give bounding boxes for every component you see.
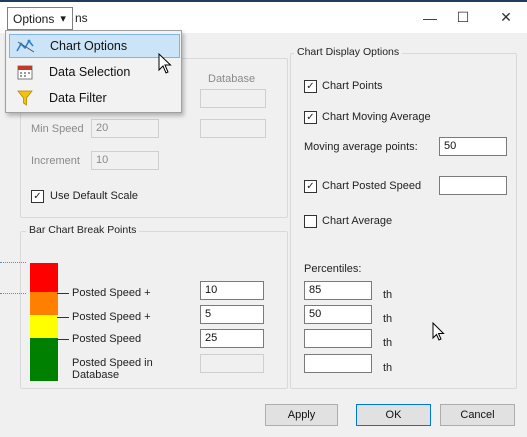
database-field-1 — [200, 89, 266, 108]
menu-item-label: Data Selection — [49, 65, 131, 79]
percentile-suffix: th — [383, 289, 393, 301]
percentile-input-3[interactable] — [304, 329, 372, 348]
moving-average-points-input[interactable]: 50 — [439, 137, 507, 156]
menu-item-label: Data Filter — [49, 91, 107, 105]
break-label-3: Posted Speed — [72, 333, 142, 345]
percentile-input-1[interactable]: 85 — [304, 281, 372, 300]
percentile-suffix: th — [383, 313, 393, 325]
percentile-input-4[interactable] — [304, 354, 372, 373]
leader-line — [57, 293, 69, 294]
dropdown-arrow-icon: ▾ — [60, 13, 66, 25]
close-button[interactable]: ✕ — [486, 2, 526, 33]
cancel-button[interactable]: Cancel — [440, 404, 515, 426]
database-field-2 — [200, 119, 266, 138]
break-points-title: Bar Chart Break Points — [26, 224, 140, 236]
break-label-4: Posted Speed in Database — [72, 357, 153, 381]
menu-item-label: Chart Options — [50, 39, 128, 53]
options-menu-label: Options — [13, 11, 55, 26]
swatch-yellow — [30, 315, 58, 338]
display-options-title: Chart Display Options — [294, 46, 403, 58]
percentile-suffix: th — [383, 337, 393, 349]
mouse-pointer-icon — [432, 322, 445, 341]
maximize-button[interactable]: ☐ — [443, 2, 483, 33]
chart-points-checkbox[interactable]: ✓ — [304, 80, 317, 93]
increment-field: 10 — [91, 151, 159, 170]
percentile-input-2[interactable]: 50 — [304, 305, 372, 324]
moving-average-points-label: Moving average points: — [304, 141, 418, 153]
swatch-red — [30, 263, 58, 292]
swatch-green — [30, 338, 58, 381]
window-title: ns — [75, 11, 88, 25]
break-label-1: Posted Speed + — [72, 287, 151, 299]
apply-button[interactable]: Apply — [265, 404, 338, 426]
options-dropdown-menu: Chart Options Data Selection Data Filter — [5, 30, 182, 113]
break-label-2: Posted Speed + — [72, 311, 151, 323]
chart-moving-average-label: Chart Moving Average — [322, 111, 431, 123]
break-value-2[interactable]: 5 — [200, 305, 264, 324]
min-speed-label: Min Speed — [31, 123, 84, 135]
chart-average-label: Chart Average — [322, 215, 393, 227]
mouse-pointer-icon — [158, 53, 172, 74]
chart-posted-speed-checkbox[interactable]: ✓ — [304, 180, 317, 193]
break-value-3[interactable]: 25 — [200, 329, 264, 348]
menu-item-data-filter[interactable]: Data Filter — [9, 86, 180, 110]
break-value-1[interactable]: 10 — [200, 281, 264, 300]
menu-item-chart-options[interactable]: Chart Options — [9, 34, 180, 58]
menu-item-data-selection[interactable]: Data Selection — [9, 60, 180, 84]
funnel-icon — [15, 88, 35, 108]
leader-line — [57, 317, 69, 318]
options-menu-button[interactable]: Options ▾ — [7, 7, 73, 30]
database-label: Database — [208, 73, 256, 85]
chart-points-label: Chart Points — [322, 80, 383, 92]
ok-button[interactable]: OK — [356, 404, 431, 426]
swatch-orange — [30, 292, 58, 315]
chart-posted-speed-label: Chart Posted Speed — [322, 180, 422, 192]
chart-posted-speed-input[interactable] — [439, 176, 507, 195]
min-speed-field: 20 — [91, 119, 159, 138]
leader-line — [57, 339, 69, 340]
chart-options-icon — [16, 36, 36, 56]
calendar-icon — [15, 62, 35, 82]
use-default-scale-label: Use Default Scale — [50, 190, 139, 202]
percentile-suffix: th — [383, 362, 393, 374]
chart-moving-average-checkbox[interactable]: ✓ — [304, 111, 317, 124]
chart-average-checkbox[interactable] — [304, 215, 317, 228]
use-default-scale-checkbox[interactable]: ✓ — [31, 190, 44, 203]
increment-label: Increment — [31, 155, 80, 167]
percentiles-label: Percentiles: — [304, 263, 362, 275]
break-value-4 — [200, 354, 264, 373]
